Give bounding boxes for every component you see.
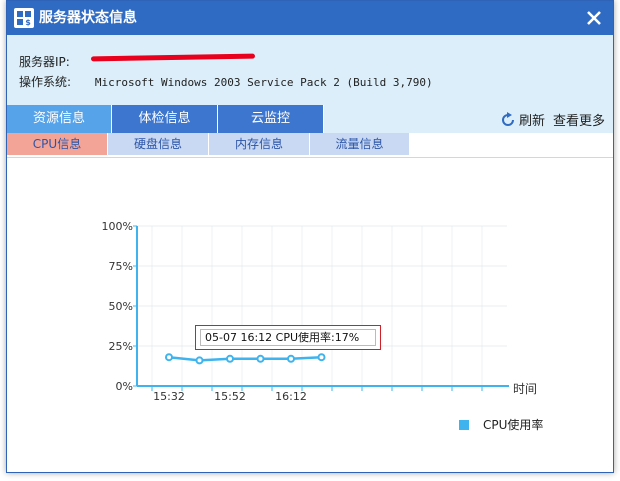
tab-cloud-monitor[interactable]: 云监控 (218, 105, 324, 133)
refresh-label: 刷新 (518, 114, 545, 129)
server-status-dialog: $ 服务器状态信息 服务器IP: 操作系统: Microsoft Windows… (6, 0, 614, 473)
refresh-button[interactable]: 刷新 (500, 110, 545, 129)
refresh-icon (502, 112, 514, 126)
subtab-memory[interactable]: 内存信息 (209, 133, 310, 155)
series-line-cpu (168, 355, 322, 362)
y-tick-label: 50% (109, 300, 133, 313)
subtab-cpu[interactable]: CPU信息 (7, 133, 108, 155)
os-value: Microsoft Windows 2003 Service Pack 2 (B… (94, 76, 433, 89)
data-point (256, 354, 265, 363)
chart-legend[interactable]: CPU使用率 (459, 416, 543, 433)
data-point (195, 356, 204, 365)
x-tick-label: 15:52 (214, 390, 246, 403)
background-app-bottom (0, 473, 620, 481)
os-row: 操作系统: Microsoft Windows 2003 Service Pac… (19, 73, 433, 90)
title-bar: $ 服务器状态信息 (7, 1, 613, 35)
dialog-title: 服务器状态信息 (39, 10, 137, 26)
data-point (317, 353, 326, 362)
data-point (287, 354, 295, 363)
data-point (165, 353, 173, 362)
os-label: 操作系统: (19, 75, 72, 89)
view-more-link[interactable]: 查看更多 (553, 110, 605, 129)
tab-health-check[interactable]: 体检信息 (112, 105, 218, 133)
y-tick-label: 75% (109, 260, 133, 273)
y-tick-label: 0% (116, 380, 133, 393)
sub-tabbar: CPU信息 硬盘信息 内存信息 流量信息 (7, 133, 613, 158)
main-tabbar: 资源信息 体检信息 云监控 刷新 查看更多 (7, 105, 613, 133)
y-tick-label: 100% (102, 220, 133, 233)
server-ip-row: 服务器IP: (19, 53, 91, 70)
tab-resource-info[interactable]: 资源信息 (7, 105, 112, 133)
background-app-right (614, 0, 620, 481)
cpu-chart: 0% 25% 50% 75% 100% 15:32 15:52 16:12 时间 05-07 1… (7, 158, 613, 472)
x-tick-label: 16:12 (275, 390, 307, 403)
redacted-ip-mark (90, 53, 256, 62)
svg-text:$: $ (25, 18, 31, 27)
x-tick-label: 15:32 (153, 390, 185, 403)
data-point (226, 354, 234, 363)
server-ip-label: 服务器IP: (19, 55, 70, 69)
subtab-disk[interactable]: 硬盘信息 (108, 133, 209, 155)
server-info-panel: 服务器IP: 操作系统: Microsoft Windows 2003 Serv… (7, 35, 613, 105)
chart-tooltip: 05-07 16:12 CPU使用率:17% (195, 325, 381, 350)
legend-label: CPU使用率 (483, 418, 544, 432)
subtab-traffic[interactable]: 流量信息 (310, 133, 410, 155)
legend-swatch (459, 420, 469, 430)
close-button[interactable] (583, 7, 605, 29)
server-info-icon: $ (14, 8, 34, 28)
x-axis-label: 时间 (513, 382, 537, 396)
tooltip-text: 05-07 16:12 CPU使用率:17% (200, 329, 376, 346)
y-tick-label: 25% (109, 340, 133, 353)
